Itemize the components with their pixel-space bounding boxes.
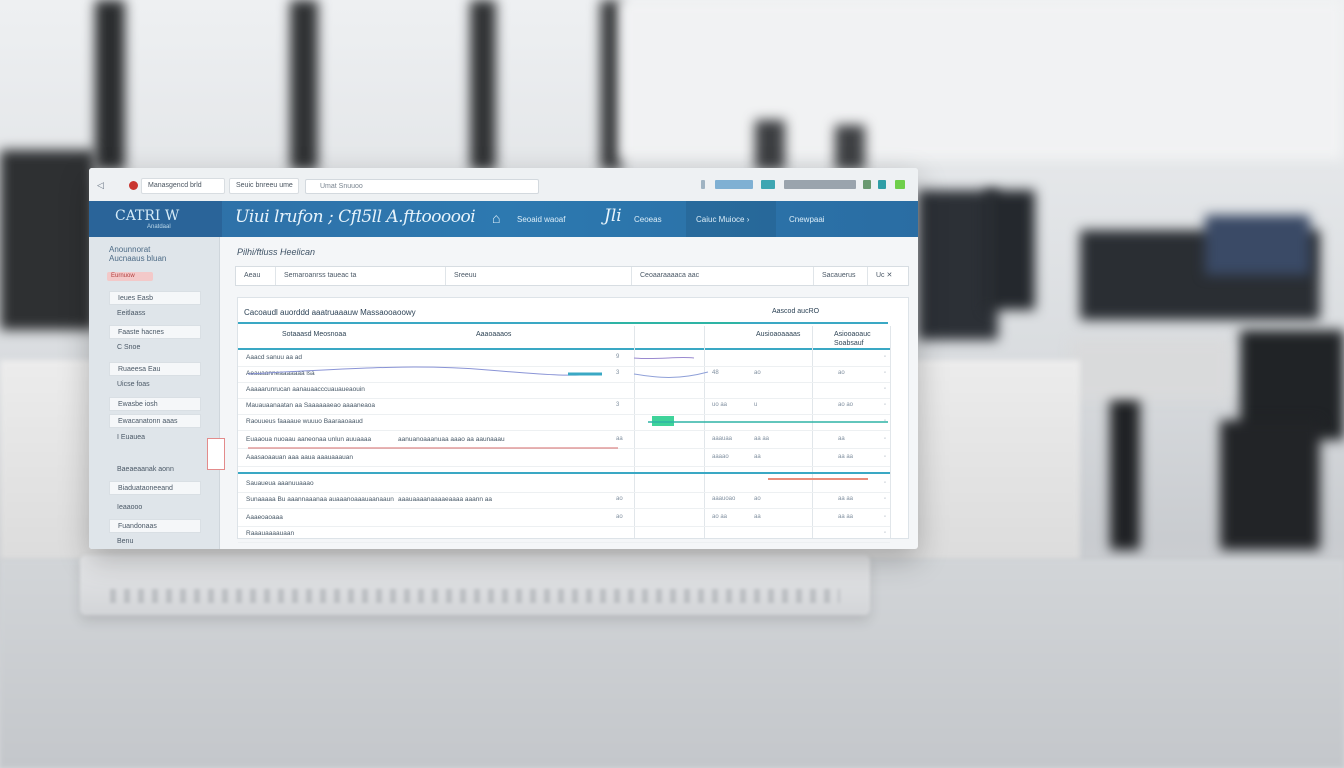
sidebar-item[interactable]: Ewacanatonn aaas	[109, 414, 201, 428]
browser-toolbar: ◁ Manasgencd brld Seuic bnreeu ume Umat …	[89, 168, 918, 202]
sidebar-header: Anounnorat Aucnaaus bluan	[109, 245, 167, 263]
online-status-icon	[895, 180, 905, 189]
app-logo-icon	[129, 181, 138, 190]
banner-metric: Jli	[604, 206, 622, 226]
sidebar: Anounnorat Aucnaaus bluan Eurnuow Ieues …	[89, 237, 225, 549]
back-button[interactable]: ◁	[97, 180, 104, 191]
sidebar-item[interactable]: Fuandonaas	[109, 519, 201, 533]
nav-link-2[interactable]: Ceoeas	[634, 215, 662, 224]
main-content: Pilhi/ftluss Heelican Aeau Semaroanrss t…	[229, 237, 909, 549]
app-window: ◁ Manasgencd brld Seuic bnreeu ume Umat …	[89, 168, 918, 549]
menu-icon[interactable]	[701, 180, 705, 189]
sidebar-item[interactable]: I Euauea	[109, 431, 201, 445]
filter-bar: Aeau Semaroanrss taueac ta Sreeuu Ceoaar…	[235, 266, 909, 286]
nav-link-3[interactable]: Cnewpaai	[789, 215, 825, 224]
sidebar-item[interactable]: Ieues Easb	[109, 291, 201, 305]
settings-icon[interactable]	[878, 180, 886, 189]
nav-link-1[interactable]: Seoaid waoaf	[517, 215, 565, 224]
notification-icon[interactable]	[863, 180, 871, 189]
sidebar-item[interactable]: Eeitlaass	[109, 307, 201, 321]
page-banner-title: Uiui lrufon ; Cfl5ll A.fttoooooi	[235, 207, 476, 227]
alert-marker	[207, 438, 225, 470]
grid-icon[interactable]	[761, 180, 775, 189]
sidebar-item[interactable]: Ewasbe iosh	[109, 397, 201, 411]
status-badge: Eurnuow	[107, 272, 153, 281]
tab-secondary[interactable]: Seuic bnreeu ume	[229, 178, 299, 194]
brand-name: CATRI W	[115, 208, 180, 224]
breadcrumb: Pilhi/ftluss Heelican	[237, 247, 316, 257]
brand-subtitle: Anatdaal	[147, 224, 171, 230]
sidebar-item[interactable]: Ieaaooo	[109, 501, 201, 515]
sidebar-item[interactable]: Baeaeaanak aonn	[109, 463, 201, 477]
sidebar-item[interactable]: Ruaeesa Eau	[109, 362, 201, 376]
account-bar-icon[interactable]	[784, 180, 856, 189]
trend-overlay	[247, 356, 888, 480]
filter-clear-button[interactable]: Uc ✕	[868, 267, 908, 285]
filter-field[interactable]: Semaroanrss taueac ta	[276, 267, 446, 285]
filter-field[interactable]: Ceoaaraaaaca aac	[632, 267, 814, 285]
sidebar-item[interactable]: Faaste hacnes	[109, 325, 201, 339]
data-panel: Cacoaudl auorddd aaatruaaauw Massaooaoow…	[237, 297, 909, 543]
sidebar-footer[interactable]: Benu	[117, 538, 133, 545]
header-banner: CATRI W Anatdaal Uiui lrufon ; Cfl5ll A.…	[89, 201, 918, 237]
sidebar-item[interactable]: C Snoe	[109, 341, 201, 355]
status-pill-icon[interactable]	[715, 180, 753, 189]
filter-field[interactable]: Sreeuu	[446, 267, 632, 285]
nav-dropdown[interactable]: Caiuc Muioce ›	[696, 215, 749, 224]
filter-field[interactable]: Sacauerus	[814, 267, 868, 285]
sidebar-item[interactable]: Uicse foas	[109, 378, 201, 392]
search-input[interactable]: Umat Snuuoo	[305, 179, 539, 194]
brand-block[interactable]: CATRI W Anatdaal	[89, 201, 222, 237]
tab-primary[interactable]: Manasgencd brld	[141, 178, 225, 194]
filter-field[interactable]: Aeau	[236, 267, 276, 285]
sidebar-item[interactable]: Biaduataoneeand	[109, 481, 201, 495]
home-icon[interactable]: ⌂	[492, 210, 500, 226]
laptop-keyboard	[80, 555, 870, 615]
